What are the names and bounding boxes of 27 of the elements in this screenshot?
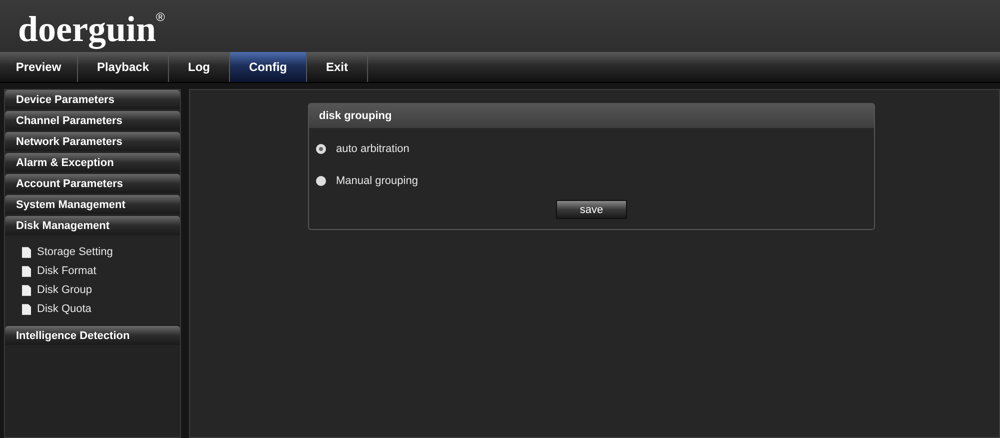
sidebar-section[interactable]: Intelligence Detection bbox=[5, 326, 180, 345]
sidebar-section[interactable]: Device Parameters bbox=[5, 90, 180, 109]
sidebar-section[interactable]: Alarm & Exception bbox=[5, 153, 180, 172]
document-icon bbox=[22, 246, 31, 258]
nav-tab[interactable]: Preview bbox=[0, 52, 78, 82]
nav-tab[interactable]: Config bbox=[230, 52, 307, 82]
save-button[interactable]: save bbox=[556, 200, 627, 219]
nav-tab[interactable]: Exit bbox=[307, 52, 368, 82]
sidebar-section[interactable]: Account Parameters bbox=[5, 174, 180, 193]
sidebar-item[interactable]: Disk Quota bbox=[22, 302, 180, 316]
logo: doerguin$^{®}$ bbox=[18, 8, 165, 49]
document-icon bbox=[22, 284, 31, 296]
card-title: disk grouping bbox=[309, 104, 874, 128]
nav-tab[interactable]: Playback bbox=[78, 52, 169, 82]
sidebar-section[interactable]: Channel Parameters bbox=[5, 111, 180, 130]
radio-button[interactable] bbox=[316, 144, 326, 154]
sidebar-item[interactable]: Storage Setting bbox=[22, 245, 180, 259]
sidebar-item[interactable]: Disk Group bbox=[22, 283, 180, 297]
option-label: auto arbitration bbox=[336, 142, 410, 154]
option-label: Manual grouping bbox=[336, 174, 418, 186]
document-icon bbox=[22, 304, 31, 314]
radio-button[interactable] bbox=[316, 176, 326, 186]
document-icon bbox=[22, 266, 31, 276]
sidebar-section[interactable]: Network Parameters bbox=[5, 132, 180, 151]
sidebar-section[interactable]: Disk Management bbox=[5, 216, 180, 235]
sidebar-item[interactable]: Disk Format bbox=[22, 264, 180, 278]
sidebar-section[interactable]: System Management bbox=[5, 195, 180, 214]
